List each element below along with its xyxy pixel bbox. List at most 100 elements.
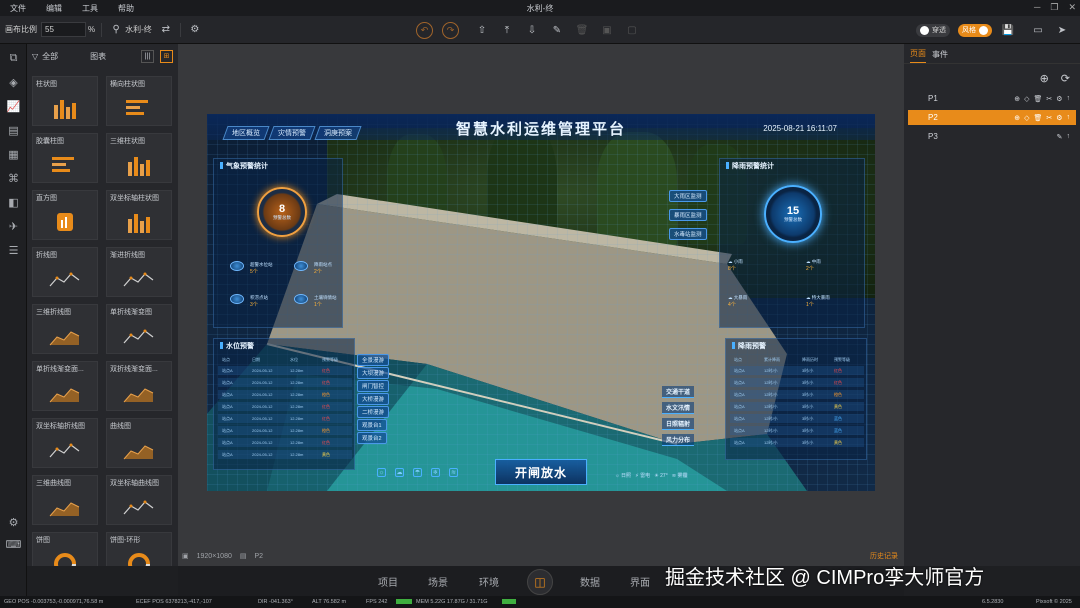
layer-button[interactable]: 风力分布 [662,434,695,446]
keyboard-icon[interactable]: ⌨ [0,532,27,556]
page-row-p2[interactable]: P2 ⊕ ◇ 🗑 ✂ ⚙ ↑ [908,110,1076,125]
tab-events[interactable]: 事件 [932,49,948,63]
monitor-tag[interactable]: 暴雨区监测 [669,209,707,221]
menu-file[interactable]: 文件 [0,3,36,14]
add-icon[interactable]: ⊕ [1014,95,1020,103]
chart-card[interactable]: 胶囊柱图 [32,133,98,183]
monitor-tag[interactable]: 水毒站监测 [669,228,707,240]
widget-icon[interactable]: ◧ [0,190,27,214]
table-row[interactable]: 站点A 2024-05-12 12.28m 红色 [218,414,352,423]
nav-interface[interactable]: 界面 [630,574,650,589]
switch-icon[interactable]: ⇄ [158,22,174,38]
upload-top-icon[interactable]: ⤒ [499,23,515,39]
chart-card[interactable]: 柱状图 [32,76,98,126]
close-icon[interactable]: ✕ [1068,2,1076,13]
project-name[interactable]: 水利-终 [125,24,152,35]
settings-icon[interactable]: ⚙ [1056,95,1062,103]
settings-icon[interactable]: ⚙ [187,22,203,38]
map-icon[interactable]: ⌘ [0,166,27,190]
table-icon[interactable]: ▦ [0,142,27,166]
center-logo-icon[interactable]: ◫ [527,569,553,595]
scene-tag[interactable]: 二桥漫游 [357,406,390,418]
open-gate-button[interactable]: 开闸放水 [495,459,587,485]
chart-card[interactable]: 三维柱状图 [106,133,172,183]
delete-icon[interactable]: 🗑 [1033,114,1042,122]
chart-card[interactable]: 双坐标轴柱状图 [106,190,172,240]
chart-card[interactable]: 三维折线图 [32,304,98,354]
grid-view-icon[interactable]: ⊞ [160,49,173,63]
layer-button[interactable]: 交通干道 [662,386,695,398]
preview-icon[interactable]: ▭ [1030,22,1046,38]
dashboard-screen[interactable]: 智慧水利运维管理平台 地区概览 灾情预警 洞庚预案 2025-08-21 16:… [207,114,875,491]
table-row[interactable]: 站点A 2024-05-12 12.28m 红色 [218,438,352,447]
undo-icon[interactable]: ↶ [416,22,433,39]
media-icon[interactable]: ▤ [0,118,27,142]
table-row[interactable]: 站点A 2024-05-12 12.28m 橙色 [218,390,352,399]
menu-edit[interactable]: 编辑 [36,3,72,14]
upload-icon[interactable]: ⇧ [474,23,490,39]
inventory-icon[interactable]: ☰ [0,238,27,262]
scene-tag[interactable]: 全景漫游 [357,354,390,366]
chart-card[interactable]: 单折线渐变面... [32,361,98,411]
nav-environment[interactable]: 环境 [479,574,499,589]
edit-icon[interactable]: ✎ [1057,133,1063,141]
sun-icon[interactable]: ☼ [377,468,386,477]
delete-icon[interactable]: 🗑 [574,23,590,39]
scene-tag[interactable]: 观景台1 [357,419,387,431]
table-row[interactable]: 站点A 12时/小 3时/小 橙色 [730,390,864,399]
table-row[interactable]: 站点A 12时/小 3时/小 黄色 [730,402,864,411]
transparent-toggle[interactable]: 穿透 [916,23,950,37]
components-icon[interactable]: ⧉ [0,46,27,70]
layer-button[interactable]: 水文汛情 [662,402,695,414]
layers-icon[interactable]: ◈ [0,70,27,94]
settings-icon[interactable]: ⚙ [1056,114,1062,122]
tag-icon[interactable]: ◇ [1024,114,1029,122]
monitor-tag[interactable]: 大雨区监测 [669,190,707,202]
download-icon[interactable]: ⇩ [524,23,540,39]
scale-input[interactable] [41,22,86,37]
plane-icon[interactable]: ✈ [0,214,27,238]
chart-card[interactable]: 饼图-环形 [106,532,172,566]
page-row-p3[interactable]: P3 ✎ ↑ [908,129,1076,144]
save-icon[interactable]: 💾 [1000,22,1016,38]
table-row[interactable]: 站点A 2024-05-12 12.28m 红色 [218,378,352,387]
scene-tag[interactable]: 大坝漫游 [357,367,390,379]
add-icon[interactable]: ⊕ [1014,114,1020,122]
table-row[interactable]: 站点A 2024-05-12 12.28m 红色 [218,402,352,411]
scene-tag[interactable]: 观景台2 [357,432,387,444]
filter-icon[interactable]: ▽ [32,52,38,61]
table-row[interactable]: 站点A 2024-05-12 12.28m 黄色 [218,450,352,459]
ungroup-icon[interactable]: ▢ [624,23,640,39]
publish-icon[interactable]: ➤ [1054,22,1070,38]
cloud-icon[interactable]: ☁ [395,468,404,477]
delete-icon[interactable]: 🗑 [1033,95,1042,103]
tools-icon[interactable]: ✂ [1046,95,1052,103]
menu-tools[interactable]: 工具 [72,3,108,14]
tab-warning[interactable]: 灾情预警 [268,126,316,140]
move-up-icon[interactable]: ↑ [1067,133,1071,141]
tools-icon[interactable]: ✂ [1046,114,1052,122]
add-page-icon[interactable]: ⊕ [1040,72,1049,85]
style-toggle[interactable]: 风格 [958,23,992,37]
list-view-icon[interactable]: ||| [141,49,154,63]
page-row-p1[interactable]: P1 ⊕ ◇ 🗑 ✂ ⚙ ↑ [908,91,1076,106]
tab-plan[interactable]: 洞庚预案 [314,126,362,140]
snow-icon[interactable]: ❄ [431,468,440,477]
chart-card[interactable]: 横向柱状图 [106,76,172,126]
nav-scene[interactable]: 场景 [428,574,448,589]
table-row[interactable]: 站点A 2024-05-12 12.28m 红色 [218,366,352,375]
chart-card[interactable]: 双坐标轴折线图 [32,418,98,468]
scene-tag[interactable]: 大桥漫游 [357,393,390,405]
layer-button[interactable]: 日照辐射 [662,418,695,430]
tag-icon[interactable]: ◇ [1024,95,1029,103]
global-settings-icon[interactable]: ⚙ [0,510,27,534]
chart-card[interactable]: 双坐标轴曲线图 [106,475,172,525]
history-button[interactable]: 历史记录 [870,551,898,561]
table-row[interactable]: 站点A 12时/小 3时/小 黄色 [730,438,864,447]
tab-overview[interactable]: 地区概览 [222,126,270,140]
group-icon[interactable]: ▣ [599,23,615,39]
filter-label[interactable]: 全部 [42,51,58,62]
nav-data[interactable]: 数据 [580,574,600,589]
tab-pages[interactable]: 页面 [910,48,926,63]
table-row[interactable]: 站点A 12时/小 3时/小 蓝色 [730,414,864,423]
